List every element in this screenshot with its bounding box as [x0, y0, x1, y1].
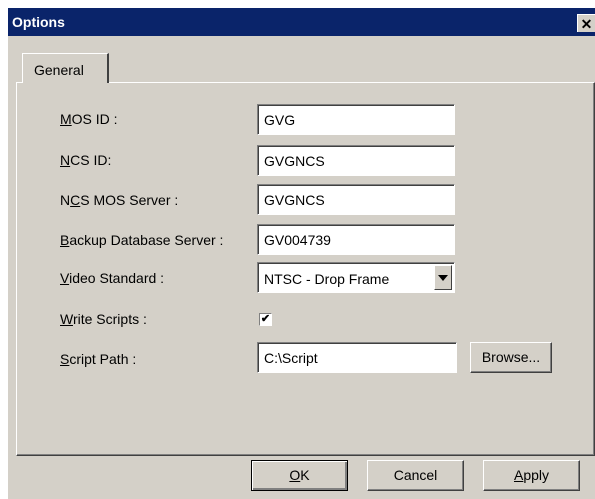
mos-id-label: MOS ID : [60, 111, 118, 127]
close-button[interactable]: ✕ [577, 14, 595, 32]
close-icon: ✕ [580, 16, 593, 32]
chevron-down-icon[interactable] [434, 265, 452, 290]
script-path-label: Script Path : [60, 351, 137, 367]
options-dialog: Options ✕ General MOS ID : GVG NCS ID: G… [8, 8, 595, 499]
ncs-mos-server-field[interactable]: GVGNCS [257, 184, 455, 215]
backup-db-server-field[interactable]: GV004739 [257, 224, 455, 255]
ncs-mos-server-label: NCS MOS Server : [60, 192, 179, 208]
video-standard-value: NTSC - Drop Frame [264, 271, 390, 287]
tab-general-label: General [34, 62, 84, 78]
video-standard-select[interactable]: NTSC - Drop Frame [257, 262, 455, 293]
mos-id-field[interactable]: GVG [257, 104, 455, 135]
write-scripts-label: Write Scripts : [60, 311, 147, 327]
ncs-id-field[interactable]: GVGNCS [257, 145, 455, 176]
script-path-field[interactable]: C:\Script [257, 342, 457, 373]
video-standard-label: Video Standard : [60, 270, 165, 286]
apply-button[interactable]: Apply [483, 460, 580, 491]
write-scripts-checkbox[interactable]: ✔ [259, 313, 272, 326]
title-bar: Options ✕ [8, 8, 595, 36]
ncs-id-label: NCS ID: [60, 152, 112, 168]
ok-button[interactable]: OK [251, 460, 348, 491]
browse-button[interactable]: Browse... [470, 342, 552, 373]
tab-general[interactable]: General [22, 53, 109, 83]
cancel-button[interactable]: Cancel [367, 460, 464, 491]
dialog-title: Options [12, 14, 65, 30]
backup-db-server-label: Backup Database Server : [60, 232, 224, 248]
checkmark-icon: ✔ [260, 313, 271, 325]
